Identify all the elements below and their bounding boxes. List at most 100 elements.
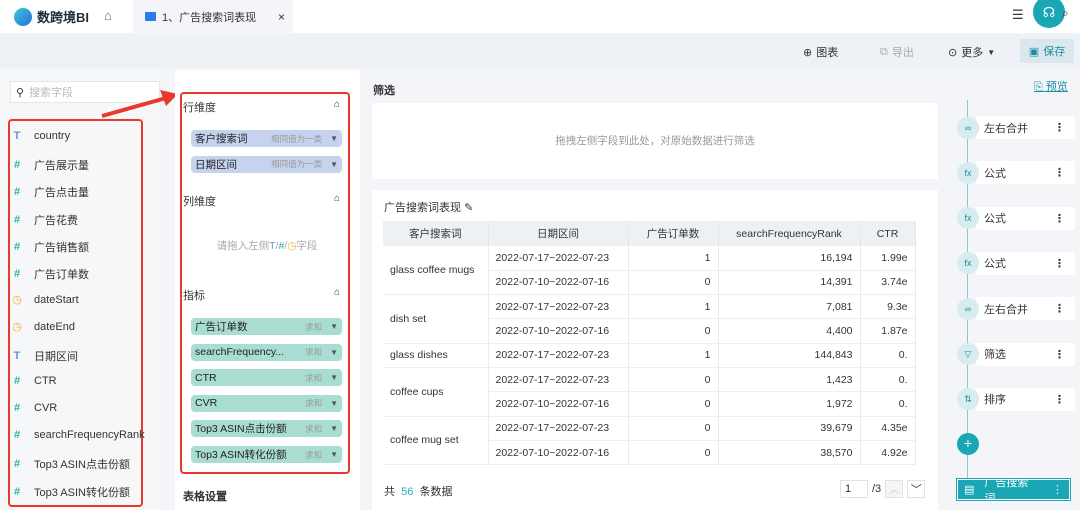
toolbar	[0, 34, 1080, 68]
field-item[interactable]: ◷ dateEnd	[12, 320, 75, 334]
caret-down-icon[interactable]: ▼	[330, 348, 338, 357]
tab-report[interactable]: 1、广告搜索词表现 ×	[133, 0, 293, 33]
pill-name: CVR	[195, 397, 218, 410]
caret-down-icon[interactable]: ▼	[330, 399, 338, 408]
column-header[interactable]: 日期区间	[488, 221, 629, 246]
clear-icon[interactable]: ⌂	[334, 193, 340, 204]
preview-label: 预览	[1045, 81, 1068, 93]
step-icon: fx	[957, 207, 979, 230]
caret-down-icon[interactable]: ▼	[330, 373, 338, 382]
table-cell: 2022-07-10~2022-07-16	[488, 440, 629, 466]
field-item[interactable]: # 广告展示量	[12, 157, 89, 173]
prev-page-button[interactable]: ︿	[885, 480, 904, 498]
add-chart-button[interactable]: ⊕ 图表	[803, 44, 838, 60]
next-page-button[interactable]: ﹀	[907, 480, 926, 498]
close-icon[interactable]: ×	[278, 10, 285, 24]
search-term-cell: coffee mug set	[383, 416, 489, 466]
tab-label: 1、广告搜索词表现	[162, 11, 257, 24]
field-item[interactable]: # CTR	[12, 375, 57, 387]
preview-link[interactable]: ⎘ 预览	[1034, 78, 1068, 94]
field-item[interactable]: Tcountry	[12, 130, 70, 142]
home-icon[interactable]: ⌂	[104, 8, 112, 23]
number-type-icon: #	[278, 240, 285, 252]
flow-step[interactable]: ▽ 筛选 ⋮	[957, 342, 1075, 366]
caret-down-icon[interactable]: ▼	[330, 450, 338, 459]
number-type-icon: #	[13, 268, 21, 280]
list-icon[interactable]: ☰	[1012, 7, 1024, 23]
column-header[interactable]: 客户搜索词	[383, 221, 489, 246]
flow-step[interactable]: ∞ 左右合并 ⋮	[957, 116, 1075, 139]
field-item[interactable]: # searchFrequencyRank	[12, 429, 145, 441]
date-type-icon: ◷	[287, 240, 297, 252]
save-button[interactable]: ▣ 保存	[1020, 39, 1074, 63]
field-pill[interactable]: 广告订单数 求和 ▼	[191, 318, 342, 335]
caret-down-icon[interactable]: ▼	[330, 322, 338, 331]
field-item[interactable]: # 广告销售额	[12, 239, 89, 255]
field-item[interactable]: # 广告花费	[12, 212, 78, 228]
menu-icon[interactable]: ⋮	[1052, 483, 1063, 496]
caret-down-icon[interactable]: ▼	[330, 424, 338, 433]
field-item[interactable]: # 广告点击量	[12, 184, 89, 200]
menu-icon[interactable]: ⋮	[1054, 121, 1065, 134]
menu-icon[interactable]: ⋮	[1054, 212, 1065, 225]
table-cell: 1	[628, 294, 719, 320]
column-dimension-title: 列维度	[183, 196, 216, 208]
step-label: 筛选	[984, 349, 1006, 361]
menu-icon[interactable]: ⋮	[1054, 393, 1065, 406]
field-name: 广告销售额	[34, 241, 89, 254]
field-item[interactable]: # Top3 ASIN转化份额	[12, 484, 130, 500]
export-button[interactable]: ⧉ 导出	[880, 44, 914, 60]
field-item[interactable]: # 广告订单数	[12, 266, 89, 282]
more-button[interactable]: ⊙ 更多 ▼	[948, 44, 995, 60]
field-name: CVR	[34, 402, 58, 414]
field-pill[interactable]: 客户搜索词 相同值为一类 ▼	[191, 130, 342, 147]
menu-icon[interactable]: ⋮	[1054, 348, 1065, 361]
field-pill[interactable]: 日期区间 相同值为一类 ▼	[191, 155, 342, 173]
field-pill[interactable]: CVR 求和 ▼	[191, 394, 342, 412]
column-header[interactable]: CTR	[860, 221, 916, 246]
table-cell: 144,843	[718, 343, 861, 368]
flow-step[interactable]: fx 公式 ⋮	[957, 161, 1075, 185]
output-step[interactable]: ▤ 广告搜索词... ⋮	[956, 477, 1071, 505]
field-name: dateEnd	[34, 320, 75, 333]
field-item[interactable]: # Top3 ASIN点击份额	[12, 456, 130, 472]
step-label: 公式	[984, 258, 1006, 271]
table-settings-title[interactable]: 表格设置	[183, 488, 227, 504]
column-header[interactable]: searchFrequencyRank	[718, 221, 861, 246]
table-cell: 4.92e	[860, 440, 916, 466]
page-input[interactable]: 1	[840, 480, 868, 498]
flow-step[interactable]: ⇅ 排序 ⋮	[957, 387, 1075, 411]
clear-icon[interactable]: ⌂	[334, 99, 340, 110]
menu-icon[interactable]: ⋮	[1054, 166, 1065, 179]
search-icon[interactable]: ⌕	[1062, 6, 1069, 21]
field-item[interactable]: ◷ dateStart	[12, 293, 78, 307]
column-header[interactable]: 广告订单数	[628, 221, 719, 246]
menu-icon[interactable]: ⋮	[1054, 257, 1065, 270]
field-pill[interactable]: CTR 求和 ▼	[191, 369, 342, 387]
menu-icon[interactable]: ⋮	[1054, 302, 1065, 315]
save-label: 保存	[1043, 46, 1066, 58]
field-item[interactable]: # CVR	[12, 402, 57, 414]
record-count: 共 56 条数据	[384, 483, 453, 499]
edit-icon[interactable]: ✎	[464, 202, 473, 214]
flow-step[interactable]: ∞ 左右合并 ⋮	[957, 297, 1075, 321]
number-type-icon: #	[13, 159, 21, 172]
caret-down-icon[interactable]: ▼	[330, 134, 338, 143]
caret-down-icon[interactable]: ▼	[330, 160, 338, 169]
column-drop-zone[interactable]: 请拖入左侧T/#/◷字段	[192, 238, 342, 253]
field-item[interactable]: T 日期区间	[12, 348, 78, 364]
flow-step[interactable]: fx 公式 ⋮	[957, 206, 1075, 230]
field-name: 广告花费	[34, 214, 78, 227]
filter-drop-zone[interactable]: 拖拽左侧字段到此处，对原始数据进行筛选	[372, 103, 938, 179]
field-pill[interactable]: Top3 ASIN转化份额 求和 ▼	[191, 446, 342, 463]
flow-step[interactable]: fx 公式 ⋮	[957, 251, 1075, 275]
clear-icon[interactable]: ⌂	[334, 287, 340, 298]
step-body: 左右合并 ⋮	[976, 116, 1075, 139]
table-cell: 16,194	[718, 246, 861, 271]
field-pill[interactable]: searchFrequency... 求和 ▼	[191, 343, 342, 361]
field-pill[interactable]: Top3 ASIN点击份额 求和 ▼	[191, 420, 342, 438]
add-step-button[interactable]: +	[957, 433, 979, 455]
table-cell: 3.74e	[860, 270, 916, 296]
app-logo[interactable]: 数跨境BI	[14, 7, 89, 26]
pill-name: Top3 ASIN点击份额	[195, 423, 287, 436]
